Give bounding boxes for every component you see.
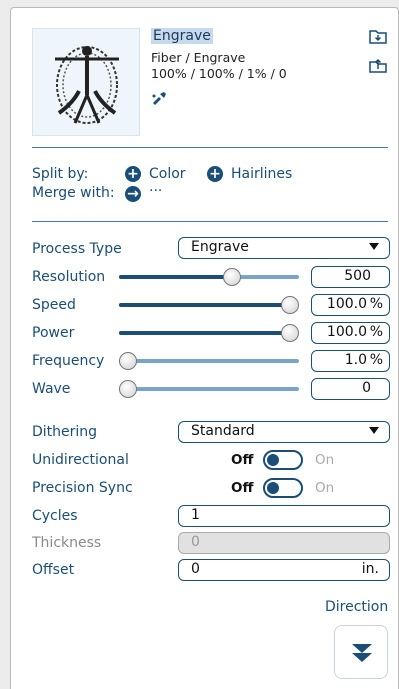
slider-knob[interactable] (281, 296, 299, 314)
frequency-value: 1.0 (344, 352, 367, 368)
dropdown-arrow-icon (369, 427, 379, 434)
power-unit: % (369, 324, 383, 340)
frequency-slider[interactable] (119, 352, 299, 370)
precision-sync-toggle[interactable] (263, 478, 303, 498)
folder-import-icon[interactable] (369, 28, 387, 44)
precision-sync-off-label: Off (231, 480, 254, 496)
frequency-value-field[interactable]: 1.0% (311, 350, 390, 372)
add-hairlines-icon[interactable]: + (207, 166, 223, 182)
separator (32, 221, 388, 222)
wave-value: 0 (362, 380, 371, 396)
unidirectional-toggle[interactable] (263, 450, 303, 470)
slider-knob[interactable] (222, 268, 241, 286)
mode-title[interactable]: Engrave (151, 28, 213, 44)
folder-export-icon[interactable] (369, 57, 387, 73)
preview-thumbnail (32, 28, 140, 136)
merge-arrow-icon[interactable]: → (125, 186, 141, 202)
resolution-value-field[interactable]: 500 (311, 266, 390, 288)
resolution-slider[interactable] (119, 268, 299, 286)
speed-slider[interactable] (119, 296, 299, 314)
wave-value-field[interactable]: 0 (311, 378, 390, 400)
unidirectional-label: Unidirectional (32, 452, 129, 468)
split-hairlines-button[interactable]: Hairlines (231, 165, 292, 183)
add-color-icon[interactable]: + (125, 166, 141, 182)
slider-fill (119, 331, 290, 335)
offset-field[interactable]: 0 in. (178, 559, 390, 581)
power-slider[interactable] (119, 324, 299, 342)
frequency-unit: % (369, 352, 383, 368)
speed-value-field[interactable]: 100.0% (311, 294, 390, 316)
material-line: Fiber / Engrave (151, 50, 246, 65)
thickness-value: 0 (191, 534, 200, 550)
vitruvian-figure-image (55, 46, 119, 124)
direction-label: Direction (325, 599, 389, 615)
dithering-label: Dithering (32, 424, 98, 440)
direction-button[interactable] (334, 625, 388, 679)
frequency-label: Frequency (32, 353, 105, 369)
split-color-button[interactable]: Color (149, 165, 186, 183)
slider-knob[interactable] (119, 380, 137, 398)
double-chevron-down-icon (352, 644, 372, 662)
speed-value: 100.0 (326, 296, 367, 312)
power-value-field[interactable]: 100.0% (311, 322, 390, 344)
slider-fill (119, 303, 290, 307)
thickness-label: Thickness (32, 535, 102, 551)
process-type-dropdown[interactable]: Engrave (178, 237, 390, 259)
slider-knob[interactable] (119, 352, 137, 370)
process-type-value: Engrave (191, 239, 249, 255)
precision-sync-label: Precision Sync (32, 480, 133, 496)
offset-unit: in. (361, 561, 379, 577)
power-label: Power (32, 325, 75, 341)
process-settings-panel: Engrave Fiber / Engrave 100% / 100% / 1%… (10, 7, 399, 689)
eyedropper-icon[interactable] (151, 91, 167, 105)
slider-track (119, 359, 299, 363)
slider-track (119, 387, 299, 391)
slider-knob[interactable] (281, 324, 299, 342)
merge-with-value[interactable]: ··· (149, 182, 162, 200)
wave-slider[interactable] (119, 380, 299, 398)
cycles-value: 1 (191, 507, 200, 523)
offset-label: Offset (32, 562, 75, 578)
wave-label: Wave (32, 381, 71, 397)
settings-summary: 100% / 100% / 1% / 0 (151, 66, 287, 81)
resolution-label: Resolution (32, 269, 106, 285)
unidirectional-on-label: On (315, 452, 335, 468)
dithering-dropdown[interactable]: Standard (178, 421, 390, 443)
cycles-field[interactable]: 1 (178, 505, 390, 527)
slider-fill (119, 275, 232, 279)
thickness-field: 0 (178, 532, 390, 554)
separator (32, 147, 388, 148)
unidirectional-off-label: Off (231, 452, 254, 468)
process-type-label: Process Type (32, 241, 122, 257)
speed-unit: % (369, 296, 383, 312)
dropdown-arrow-icon (369, 243, 379, 250)
merge-with-label: Merge with: (32, 185, 115, 201)
dithering-value: Standard (191, 423, 255, 439)
precision-sync-on-label: On (315, 480, 335, 496)
cycles-label: Cycles (32, 508, 78, 524)
resolution-value: 500 (344, 268, 371, 284)
power-value: 100.0 (326, 324, 367, 340)
speed-label: Speed (32, 297, 76, 313)
offset-value: 0 (191, 561, 200, 577)
split-by-label: Split by: (32, 166, 89, 182)
